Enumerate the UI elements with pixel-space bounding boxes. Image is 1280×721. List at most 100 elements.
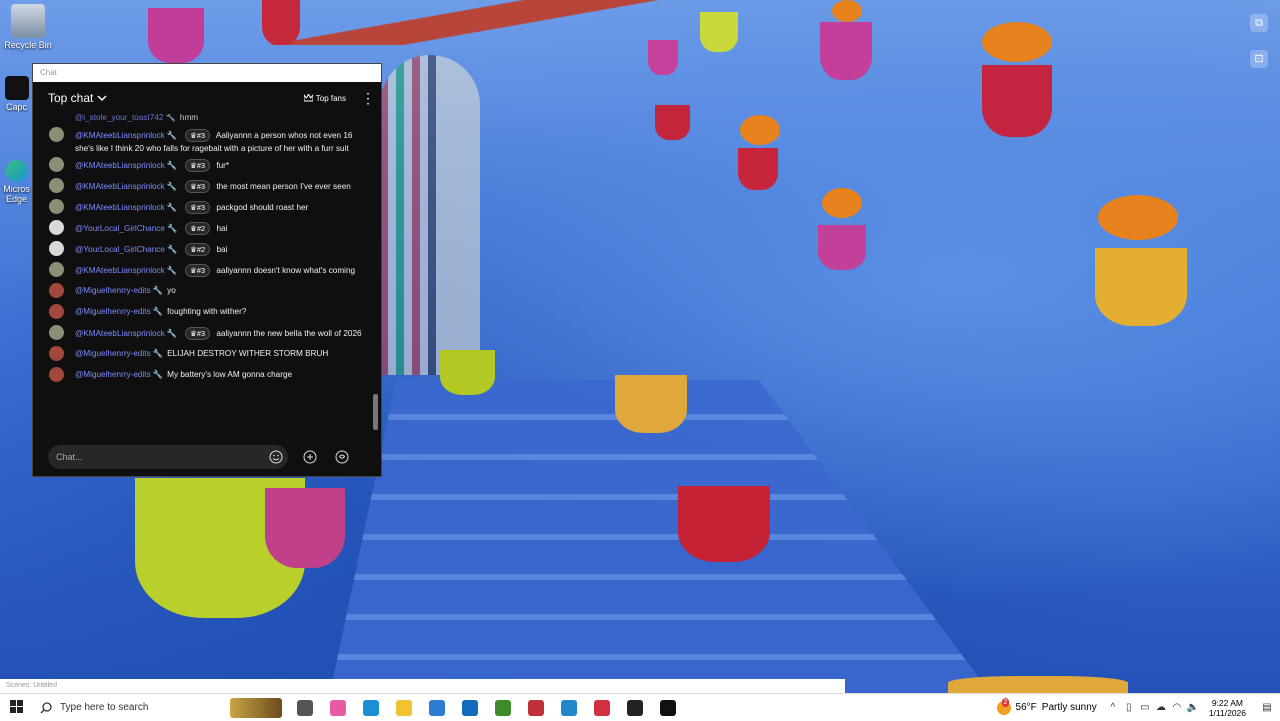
chat-header: Top chat Top fans ⋮ bbox=[33, 82, 381, 114]
desktop-icon-edge[interactable]: Micros Edge bbox=[0, 160, 33, 204]
taskbar-app[interactable] bbox=[651, 694, 684, 721]
chat-author[interactable]: @KMAteebLiansprinlock bbox=[75, 131, 165, 140]
wallpaper-pot bbox=[700, 12, 738, 52]
taskbar-app[interactable] bbox=[288, 694, 321, 721]
taskbar-app[interactable] bbox=[486, 694, 519, 721]
tablet-icon[interactable]: ▯ bbox=[1121, 702, 1137, 713]
chat-author[interactable]: @YourLocal_GirlChance bbox=[75, 224, 165, 233]
avatar[interactable] bbox=[49, 220, 64, 235]
top-fan-rank: #2 bbox=[196, 245, 206, 254]
moderator-wrench-icon: 🔧 bbox=[166, 224, 178, 233]
chat-window-titlebar[interactable]: Chat bbox=[33, 64, 381, 82]
chat-message-body: @KMAteebLiansprinlock 🔧 ♛#3 packgod should… bbox=[75, 197, 308, 215]
wallpaper-flowers bbox=[740, 115, 780, 145]
avatar[interactable] bbox=[49, 283, 64, 298]
chat-message-body: @YourLocal_GirlChance 🔧 ♛#2 bai bbox=[75, 239, 227, 257]
battery-icon[interactable]: ▭ bbox=[1137, 702, 1153, 713]
top-fans-label: Top fans bbox=[315, 93, 346, 103]
weather-widget[interactable]: 2 56°F Partly sunny bbox=[989, 697, 1105, 715]
chat-author[interactable]: @KMAteebLiansprinlock bbox=[75, 266, 165, 275]
screenshot-icon[interactable]: ⧉ bbox=[1250, 14, 1268, 32]
chat-author[interactable]: @Miguelhenrry-edits bbox=[75, 307, 151, 316]
taskbar-clock[interactable]: 9:22 AM 1/11/2026 bbox=[1201, 698, 1254, 718]
taskbar-app[interactable] bbox=[354, 694, 387, 721]
chat-author[interactable]: @i_stole_your_toast742 bbox=[75, 114, 163, 122]
avatar[interactable] bbox=[49, 199, 64, 214]
desktop-icon-label: Capc bbox=[5, 102, 27, 112]
avatar[interactable] bbox=[49, 367, 64, 382]
taskbar-app[interactable] bbox=[585, 694, 618, 721]
chat-message-body: @Miguelhenrry-edits 🔧 yo bbox=[75, 281, 176, 298]
super-chat-icon[interactable] bbox=[334, 449, 350, 465]
chat-text: yo bbox=[167, 286, 176, 295]
top-fan-rank: #2 bbox=[196, 224, 206, 233]
avatar[interactable] bbox=[49, 325, 64, 340]
wallpaper-pot bbox=[648, 40, 678, 75]
taskbar-app[interactable] bbox=[420, 694, 453, 721]
taskbar-search[interactable]: Type here to search bbox=[32, 694, 230, 721]
windows-start-icon[interactable] bbox=[0, 699, 32, 716]
chat-message-body: @KMAteebLiansprinlock 🔧 ♛#3 the most mean … bbox=[75, 176, 351, 194]
chat-text: hmm bbox=[179, 114, 199, 122]
chat-author[interactable]: @KMAteebLiansprinlock bbox=[75, 329, 165, 338]
clock-time: 9:22 AM bbox=[1211, 697, 1243, 708]
avatar[interactable] bbox=[49, 127, 64, 142]
chat-scrollbar-thumb[interactable] bbox=[373, 394, 378, 430]
focus-icon[interactable]: ⊡ bbox=[1250, 50, 1268, 68]
cloud-icon[interactable]: ☁ bbox=[1153, 702, 1169, 713]
roblox-red-icon bbox=[527, 699, 544, 716]
taskbar-app[interactable] bbox=[321, 694, 354, 721]
chat-author[interactable]: @KMAteebLiansprinlock bbox=[75, 203, 165, 212]
crown-icon: ♛ bbox=[190, 224, 197, 233]
taskbar-app[interactable] bbox=[519, 694, 552, 721]
chat-text: aaliyannn doesn't know what's coming bbox=[216, 266, 356, 275]
chat-author[interactable]: @Miguelhenrry-edits bbox=[75, 286, 151, 295]
chat-message: @KMAteebLiansprinlock 🔧 ♛#3 aaliyannn does… bbox=[33, 260, 373, 281]
chat-message-body: @i_stole_your_toast742 🔧 hmm bbox=[75, 114, 198, 125]
store-icon bbox=[428, 699, 445, 716]
chat-author[interactable]: @Miguelhenrry-edits bbox=[75, 370, 151, 379]
chat-author[interactable]: @YourLocal_GirlChance bbox=[75, 245, 165, 254]
more-options-icon[interactable]: ⋮ bbox=[361, 90, 375, 107]
add-icon[interactable] bbox=[302, 449, 318, 465]
top-fan-badge: ♛#3 bbox=[184, 180, 211, 193]
top-fan-rank: #3 bbox=[196, 329, 206, 338]
avatar[interactable] bbox=[49, 157, 64, 172]
wallpaper-roof bbox=[250, 0, 670, 45]
moderator-wrench-icon: 🔧 bbox=[166, 182, 177, 191]
avatar[interactable] bbox=[49, 346, 64, 361]
wallpaper-pot bbox=[820, 22, 872, 80]
chat-author[interactable]: @KMAteebLiansprinlock bbox=[75, 182, 165, 191]
taskbar-app[interactable] bbox=[618, 694, 651, 721]
avatar[interactable] bbox=[49, 262, 64, 277]
desktop-icon-recycle-bin[interactable]: Recycle Bin bbox=[0, 4, 56, 50]
search-highlight-icon bbox=[230, 697, 282, 718]
wifi-icon[interactable]: ◠ bbox=[1169, 702, 1185, 713]
chat-text: My battery's low AM gonna charge bbox=[167, 370, 293, 379]
taskbar-app[interactable] bbox=[552, 694, 585, 721]
chat-input[interactable]: Chat... bbox=[48, 445, 288, 469]
avatar[interactable] bbox=[49, 304, 64, 319]
avatar[interactable] bbox=[49, 178, 64, 193]
top-fans-button[interactable]: Top fans bbox=[299, 91, 351, 106]
volume-icon[interactable]: 🔈 bbox=[1185, 702, 1201, 713]
avatar[interactable] bbox=[49, 241, 64, 256]
moderator-wrench-icon: 🔧 bbox=[166, 161, 177, 170]
moderator-wrench-icon: 🔧 bbox=[166, 329, 177, 338]
wallpaper-pot bbox=[678, 486, 770, 562]
chevron-up-icon[interactable]: ^ bbox=[1105, 702, 1121, 713]
taskbar-app[interactable] bbox=[453, 694, 486, 721]
chat-messages: @KMAteebLiansprinlock 🔧 ♛#3 Aaliyannn a pe… bbox=[33, 125, 373, 386]
chat-author[interactable]: @KMAteebLiansprinlock bbox=[75, 161, 165, 170]
emoji-icon[interactable] bbox=[268, 449, 284, 465]
desktop-icon-capcut[interactable]: Capc bbox=[0, 76, 33, 112]
top-fan-badge: ♛#3 bbox=[184, 159, 211, 172]
notification-icon[interactable]: ▤ bbox=[1254, 702, 1280, 713]
chat-mode-dropdown[interactable]: Top chat bbox=[48, 91, 107, 105]
taskbar-app[interactable] bbox=[387, 694, 420, 721]
wallpaper-pot bbox=[262, 0, 300, 45]
roblox-studio-icon bbox=[560, 699, 577, 716]
chat-message: @Miguelhenrry-edits 🔧 ELIJAH DESTROY WITH… bbox=[33, 344, 373, 365]
top-fan-badge: ♛#3 bbox=[184, 327, 211, 340]
chat-author[interactable]: @Miguelhenrry-edits bbox=[75, 349, 151, 358]
